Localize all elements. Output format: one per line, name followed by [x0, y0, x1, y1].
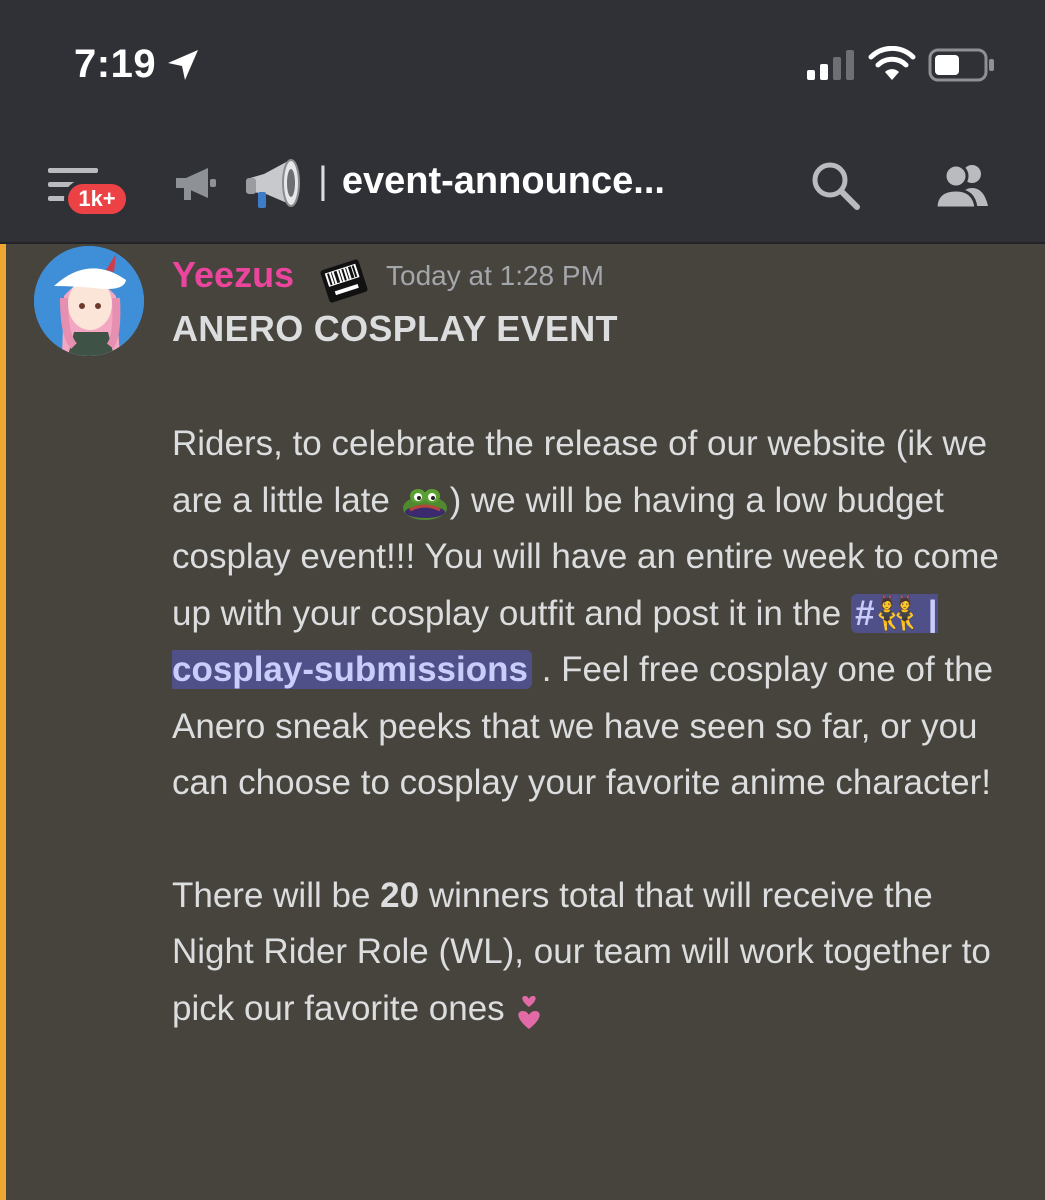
channel-name: event-announce... [341, 160, 665, 202]
message-author[interactable]: Yeezus [172, 254, 294, 296]
message-title: ANERO COSPLAY EVENT [172, 308, 618, 349]
members-icon[interactable] [934, 162, 996, 208]
wifi-icon [868, 46, 916, 80]
message-body: Riders, to celebrate the release of our … [172, 416, 1022, 1037]
channel-title[interactable]: | event-announce... [318, 160, 665, 203]
message-paragraph-1: Riders, to celebrate the release of our … [172, 416, 1022, 812]
avatar-image-icon [34, 246, 144, 356]
message-bold-number: 20 [380, 875, 420, 915]
channel-header: 1k+ | event-announce... [0, 120, 1045, 244]
cellular-signal-icon [807, 50, 854, 80]
two-hearts-emoji-icon [518, 996, 541, 1030]
message-text-part: There will be [172, 875, 371, 915]
message-timestamp: Today at 1:28 PM [386, 260, 604, 291]
message-paragraph-2: There will be 20 winners total that will… [172, 868, 1022, 1038]
role-badge-icon [320, 259, 368, 303]
status-bar: 7:19 [0, 0, 1045, 120]
pepe-frog-emoji-icon [402, 489, 447, 521]
channel-title-separator: | [318, 160, 328, 202]
unread-badge: 1k+ [64, 180, 130, 218]
location-arrow-icon [168, 50, 198, 80]
message: Yeezus Today at 1:28 PM ANERO COSPLAY EV… [0, 244, 1045, 1200]
status-time: 7:19 [74, 42, 157, 86]
megaphone-emoji-icon [246, 159, 300, 208]
search-icon[interactable] [810, 160, 862, 212]
announcement-channel-icon [176, 168, 216, 200]
battery-icon [928, 48, 994, 82]
user-avatar[interactable] [34, 246, 144, 356]
